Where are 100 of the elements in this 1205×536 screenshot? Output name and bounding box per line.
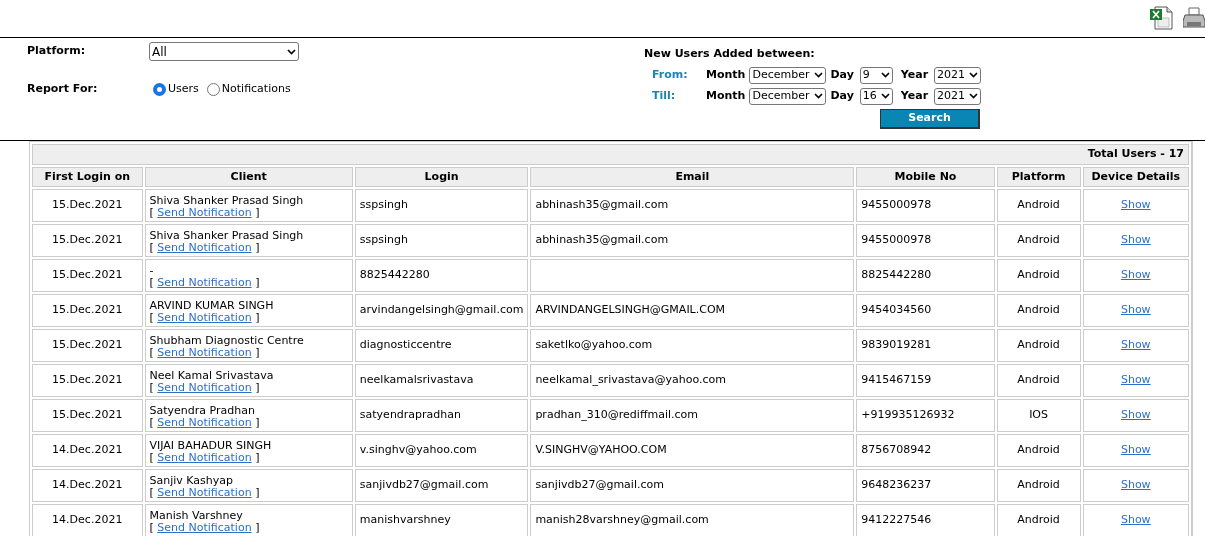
- show-link[interactable]: Show: [1120, 233, 1151, 247]
- radio-label[interactable]: Notifications: [221, 81, 291, 98]
- month-select[interactable]: December: [749, 87, 827, 105]
- client-name: Shubham Diagnostic Centre: [149, 335, 305, 347]
- field-label: Day: [830, 87, 854, 104]
- bracket: ]: [255, 241, 260, 254]
- table-cell: 14.Dec.2021: [32, 434, 143, 467]
- send-notification-link[interactable]: Send Notification: [157, 311, 252, 324]
- show-link[interactable]: Show: [1120, 303, 1151, 317]
- bracket: ]: [255, 486, 260, 499]
- field-label: Month: [706, 87, 746, 104]
- radio-label[interactable]: Users: [168, 81, 199, 98]
- bracket: ]: [255, 276, 260, 289]
- table-cell: abhinash35@gmail.com: [530, 189, 855, 222]
- total-count: Total Users - 17: [32, 144, 1189, 165]
- show-link[interactable]: Show: [1120, 338, 1151, 352]
- table-cell: pradhan_310@rediffmail.com: [530, 399, 855, 432]
- year-select[interactable]: 2021: [934, 66, 982, 84]
- column-header: Email: [530, 167, 855, 187]
- table-cell: 14.Dec.2021: [32, 504, 143, 536]
- table-cell: 15.Dec.2021: [32, 259, 143, 292]
- send-notification-link[interactable]: Send Notification: [157, 381, 252, 394]
- show-link[interactable]: Show: [1120, 408, 1151, 422]
- send-notification-link[interactable]: Send Notification: [157, 346, 252, 359]
- bracket: [: [149, 346, 154, 359]
- column-header: Mobile No: [856, 167, 995, 187]
- bracket: ]: [255, 206, 260, 219]
- table-cell: Android: [996, 469, 1081, 502]
- send-notification-link[interactable]: Send Notification: [157, 241, 252, 254]
- table-cell: 8756708942: [856, 434, 995, 467]
- show-link[interactable]: Show: [1120, 373, 1151, 387]
- field-label: Day: [830, 66, 854, 83]
- bracket: [: [149, 311, 154, 324]
- table-cell: neelkamal_srivastava@yahoo.com: [530, 364, 855, 397]
- client-name: Neel Kamal Srivastava: [149, 370, 275, 382]
- table-cell: 9839019281: [856, 329, 995, 362]
- table-cell: Android: [996, 259, 1081, 292]
- client-name: VIJAI BAHADUR SINGH: [149, 440, 273, 452]
- field-label: Platform:: [27, 43, 87, 60]
- table-cell: Android: [996, 294, 1081, 327]
- send-notification-link[interactable]: Send Notification: [157, 521, 252, 534]
- show-link[interactable]: Show: [1120, 268, 1151, 282]
- send-notification-link[interactable]: Send Notification: [157, 486, 252, 499]
- show-link[interactable]: Show: [1120, 443, 1151, 457]
- caret-icon: [814, 93, 824, 99]
- spreadsheet-icon[interactable]: [1149, 6, 1175, 30]
- bracket: ]: [255, 381, 260, 394]
- column-header: Client: [144, 167, 353, 187]
- bracket: ]: [255, 416, 260, 429]
- send-notification-link[interactable]: Send Notification: [157, 206, 252, 219]
- month-select[interactable]: December: [749, 66, 827, 84]
- table-cell: 8825442280: [354, 259, 529, 292]
- show-link[interactable]: Show: [1120, 478, 1151, 492]
- table-cell: 15.Dec.2021: [32, 224, 143, 257]
- bracket: ]: [255, 346, 260, 359]
- table-cell: IOS: [996, 399, 1081, 432]
- bracket: [: [149, 451, 154, 464]
- day-select[interactable]: 9: [859, 66, 893, 84]
- show-link[interactable]: Show: [1120, 513, 1151, 527]
- table-cell: abhinash35@gmail.com: [530, 224, 855, 257]
- table-cell: 15.Dec.2021: [32, 189, 143, 222]
- table-cell: 9415467159: [856, 364, 995, 397]
- printer-icon[interactable]: [1183, 6, 1205, 30]
- show-link[interactable]: Show: [1120, 198, 1151, 212]
- table-cell: 15.Dec.2021: [32, 364, 143, 397]
- send-notification-link[interactable]: Send Notification: [157, 416, 252, 429]
- send-notification-link[interactable]: Send Notification: [157, 451, 252, 464]
- table-cell: +919935126932: [856, 399, 995, 432]
- table-cell: 9648236237: [856, 469, 995, 502]
- table-cell: Android: [996, 329, 1081, 362]
- search-button[interactable]: Search: [880, 108, 980, 129]
- section-title: New Users Added between:: [644, 46, 816, 62]
- platform-select[interactable]: All: [149, 42, 299, 61]
- table-cell: 15.Dec.2021: [32, 329, 143, 362]
- table-cell: Android: [996, 189, 1081, 222]
- caret-icon: [880, 72, 890, 78]
- bracket: [: [149, 416, 154, 429]
- year-select[interactable]: 2021: [934, 87, 982, 105]
- day-select[interactable]: 16: [859, 87, 893, 105]
- radio-button[interactable]: [153, 82, 166, 96]
- table-cell: manish28varshney@gmail.com: [530, 504, 855, 536]
- table-cell: 9455000978: [856, 189, 995, 222]
- client-name: Shiva Shanker Prasad Singh: [149, 195, 305, 207]
- field-label: Month: [706, 66, 746, 83]
- client-name: Manish Varshney: [149, 510, 244, 522]
- bracket: [: [149, 276, 154, 289]
- bracket: ]: [255, 311, 260, 324]
- client-name: ARVIND KUMAR SINGH: [149, 300, 275, 312]
- table-cell: Android: [996, 364, 1081, 397]
- table-cell: 9454034560: [856, 294, 995, 327]
- radio-button[interactable]: [206, 82, 220, 96]
- column-header: First Login on: [32, 167, 143, 187]
- table-cell: 8825442280: [856, 259, 995, 292]
- send-notification-link[interactable]: Send Notification: [157, 276, 252, 289]
- column-header: Login: [354, 167, 529, 187]
- table-cell: 15.Dec.2021: [32, 399, 143, 432]
- caret-icon: [287, 48, 296, 55]
- table-cell: diagnosticcentre: [354, 329, 529, 362]
- bracket: [: [149, 521, 154, 534]
- table-cell: sanjivdb27@gmail.com: [530, 469, 855, 502]
